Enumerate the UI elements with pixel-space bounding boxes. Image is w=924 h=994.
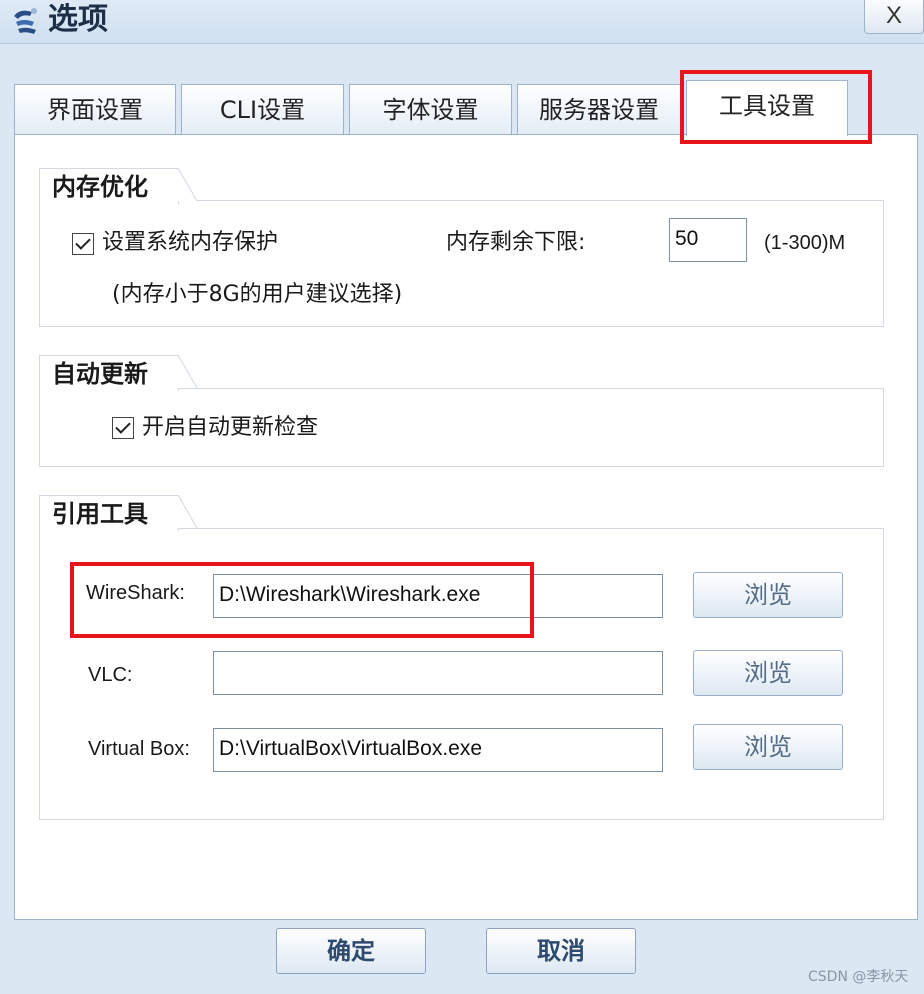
vlc-browse-button[interactable]: 浏览 [693, 650, 843, 696]
auto-update-label: 开启自动更新检查 [142, 415, 319, 440]
title-bar: 选项 X [0, 0, 924, 44]
memory-group-title: 内存优化 [39, 168, 179, 204]
update-group-title: 自动更新 [39, 355, 179, 391]
tools-group-title: 引用工具 [39, 495, 179, 531]
auto-update-checkbox[interactable] [112, 417, 134, 439]
memory-limit-label: 内存剩余下限: [446, 230, 586, 255]
ok-button[interactable]: 确定 [276, 928, 426, 974]
memory-protect-label: 设置系统内存保护 [102, 230, 279, 255]
virtualbox-path-input[interactable]: D:\VirtualBox\VirtualBox.exe [213, 728, 663, 772]
vlc-path-input[interactable] [213, 651, 663, 695]
tab-cli[interactable]: CLI设置 [181, 84, 344, 135]
virtualbox-label: Virtual Box: [88, 738, 190, 760]
memory-protect-checkbox[interactable] [72, 233, 94, 255]
tab-server[interactable]: 服务器设置 [517, 84, 681, 135]
cancel-button[interactable]: 取消 [486, 928, 636, 974]
virtualbox-browse-button[interactable]: 浏览 [693, 724, 843, 770]
tab-font[interactable]: 字体设置 [349, 84, 512, 135]
tools-group-tab-slant [178, 495, 198, 529]
wireshark-label: WireShark: [86, 582, 185, 604]
update-group-tab-slant [178, 355, 198, 389]
window-title: 选项 [48, 2, 108, 37]
memory-limit-input[interactable]: 50 [669, 218, 747, 262]
app-logo-icon [14, 8, 37, 34]
wireshark-path-input[interactable]: D:\Wireshark\Wireshark.exe [213, 574, 663, 618]
memory-hint-label: (内存小于8G的用户建议选择) [112, 282, 403, 307]
watermark: CSDN @李秋天 [808, 969, 909, 985]
memory-group-tab-slant [178, 168, 198, 202]
wireshark-browse-button[interactable]: 浏览 [693, 572, 843, 618]
vlc-label: VLC: [88, 664, 133, 686]
close-button[interactable]: X [864, 0, 924, 34]
tab-interface[interactable]: 界面设置 [14, 84, 176, 135]
tab-tools[interactable]: 工具设置 [686, 80, 848, 136]
memory-limit-range: (1-300)M [764, 232, 846, 254]
